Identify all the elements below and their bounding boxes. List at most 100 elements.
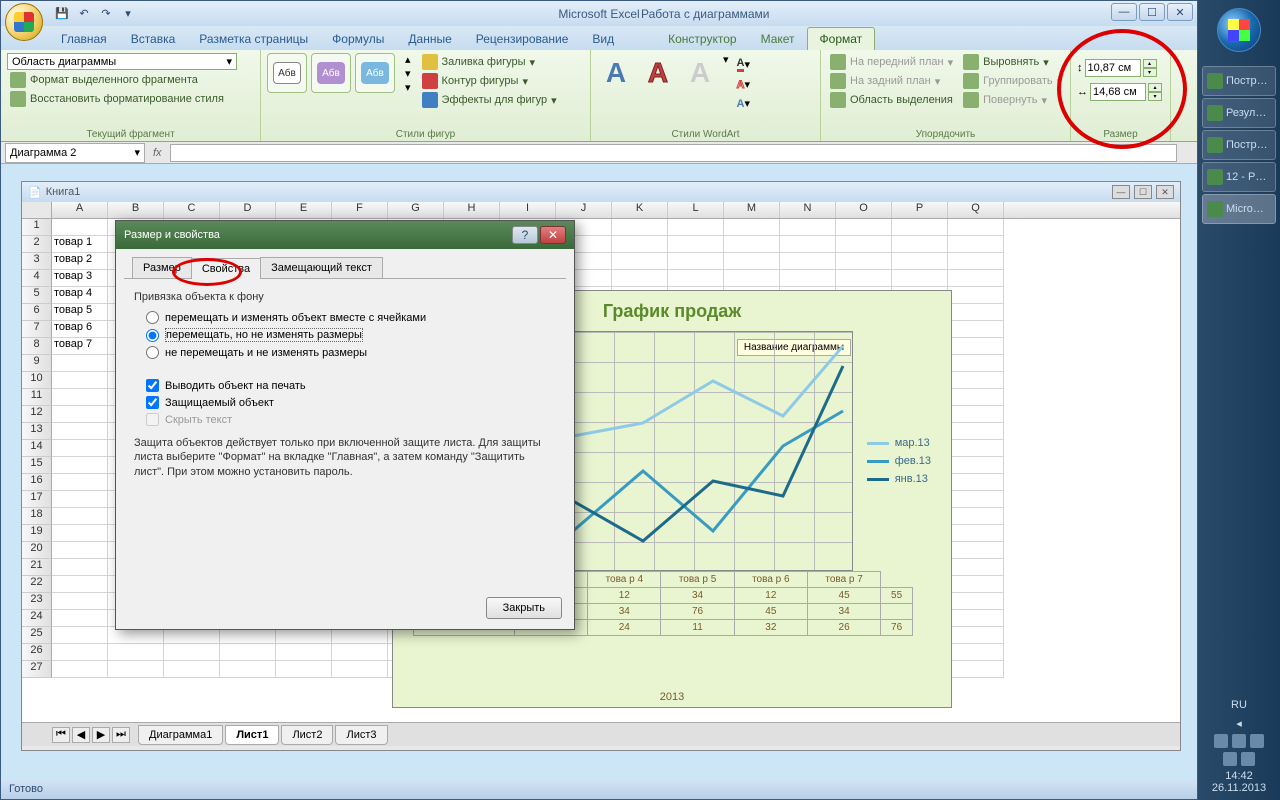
height-down[interactable]: ▾ (1143, 68, 1157, 77)
row-header[interactable]: 8 (22, 338, 52, 355)
row-header[interactable]: 1 (22, 219, 52, 236)
shape-height-input[interactable] (1085, 59, 1141, 77)
cell[interactable] (948, 474, 1004, 491)
gallery-more-icon[interactable]: ▾ (405, 81, 411, 94)
cell[interactable] (668, 236, 724, 253)
bring-front-button[interactable]: На передний план ▾ (827, 53, 956, 71)
width-down[interactable]: ▾ (1148, 92, 1162, 101)
cell[interactable] (668, 253, 724, 270)
redo-icon[interactable]: ↷ (97, 5, 115, 23)
radio-input[interactable] (146, 329, 159, 342)
cell[interactable] (220, 661, 276, 678)
wordart-style-3[interactable]: A (681, 53, 719, 93)
dialog-tab-properties[interactable]: Свойства (191, 258, 261, 279)
column-header[interactable]: P (892, 202, 948, 218)
dialog-tab-alttext[interactable]: Замещающий текст (260, 257, 383, 278)
column-header[interactable]: L (668, 202, 724, 218)
gallery-down-icon[interactable]: ▾ (405, 67, 411, 80)
row-header[interactable]: 17 (22, 491, 52, 508)
cell[interactable] (52, 219, 108, 236)
column-header[interactable]: E (276, 202, 332, 218)
row-header[interactable]: 25 (22, 627, 52, 644)
cell[interactable] (724, 219, 780, 236)
cell[interactable] (780, 270, 836, 287)
chart-legend[interactable]: мар.13 фев.13 янв.13 (867, 431, 931, 491)
align-button[interactable]: Выровнять ▾ (960, 53, 1065, 71)
cell[interactable] (52, 423, 108, 440)
text-fill-button[interactable]: A ▾ (737, 57, 750, 72)
send-back-button[interactable]: На задний план ▾ (827, 72, 956, 90)
cell[interactable] (52, 559, 108, 576)
wordart-more-icon[interactable]: ▾ (723, 53, 729, 66)
row-header[interactable]: 21 (22, 559, 52, 576)
column-header[interactable]: I (500, 202, 556, 218)
height-up[interactable]: ▴ (1143, 59, 1157, 68)
cell[interactable] (276, 644, 332, 661)
row-header[interactable]: 15 (22, 457, 52, 474)
row-header[interactable]: 23 (22, 593, 52, 610)
chart-element-selector[interactable]: Область диаграммы▾ (7, 53, 237, 70)
cell[interactable]: товар 7 (52, 338, 108, 355)
taskbar-item[interactable]: 12 - P… (1202, 162, 1276, 192)
tab-insert[interactable]: Вставка (119, 28, 188, 50)
cell[interactable] (948, 508, 1004, 525)
checkbox-option[interactable]: Выводить объект на печать (146, 379, 556, 392)
name-box[interactable]: Диаграмма 2▾ (5, 143, 145, 163)
cell[interactable] (724, 270, 780, 287)
cell[interactable] (948, 423, 1004, 440)
row-header[interactable]: 9 (22, 355, 52, 372)
row-header[interactable]: 22 (22, 576, 52, 593)
dialog-tab-size[interactable]: Размер (132, 257, 192, 278)
cell[interactable] (52, 508, 108, 525)
tab-format[interactable]: Формат (807, 27, 876, 50)
cell[interactable] (52, 593, 108, 610)
fx-label[interactable]: fx (153, 147, 162, 159)
rotate-button[interactable]: Повернуть ▾ (960, 91, 1065, 109)
cell[interactable] (948, 389, 1004, 406)
radio-option[interactable]: не перемещать и не изменять размеры (146, 346, 556, 359)
wb-minimize-button[interactable]: — (1112, 185, 1130, 199)
close-button[interactable]: ✕ (1167, 3, 1193, 21)
cell[interactable] (948, 576, 1004, 593)
cell[interactable] (108, 644, 164, 661)
cell[interactable] (948, 287, 1004, 304)
row-header[interactable]: 13 (22, 423, 52, 440)
cell[interactable] (612, 236, 668, 253)
cell[interactable] (332, 644, 388, 661)
text-outline-button[interactable]: A ▾ (737, 78, 750, 91)
shape-fill-button[interactable]: Заливка фигуры ▾ (419, 53, 560, 71)
cell[interactable] (948, 661, 1004, 678)
cell[interactable] (948, 236, 1004, 253)
dialog-help-button[interactable]: ? (512, 226, 538, 244)
row-header[interactable]: 6 (22, 304, 52, 321)
taskbar-item[interactable]: Резул… (1202, 98, 1276, 128)
tray-icon[interactable] (1250, 734, 1264, 748)
cell[interactable]: товар 6 (52, 321, 108, 338)
shape-style-2[interactable]: Абв (311, 53, 351, 93)
cell[interactable] (52, 372, 108, 389)
cell[interactable] (52, 542, 108, 559)
taskbar-item[interactable]: Micro… (1202, 194, 1276, 224)
column-header[interactable]: J (556, 202, 612, 218)
shape-effects-button[interactable]: Эффекты для фигур ▾ (419, 91, 560, 109)
tab-design[interactable]: Конструктор (656, 28, 748, 50)
cell[interactable] (780, 253, 836, 270)
dialog-close-button[interactable]: Закрыть (486, 597, 562, 619)
column-header[interactable]: D (220, 202, 276, 218)
cell[interactable] (948, 627, 1004, 644)
cell[interactable] (948, 219, 1004, 236)
sheet-tab[interactable]: Лист3 (335, 725, 387, 745)
cell[interactable] (780, 236, 836, 253)
cell[interactable] (892, 270, 948, 287)
wb-maximize-button[interactable]: ☐ (1134, 185, 1152, 199)
group-button[interactable]: Группировать ▾ (960, 72, 1065, 90)
cell[interactable] (52, 576, 108, 593)
radio-option[interactable]: перемещать и изменять объект вместе с яч… (146, 311, 556, 324)
cell[interactable] (612, 270, 668, 287)
tab-layout[interactable]: Макет (749, 28, 807, 50)
selection-pane-button[interactable]: Область выделения (827, 91, 956, 109)
cell[interactable] (948, 270, 1004, 287)
row-header[interactable]: 18 (22, 508, 52, 525)
cell[interactable] (948, 304, 1004, 321)
tray-expand-icon[interactable]: ◂ (1204, 717, 1274, 730)
